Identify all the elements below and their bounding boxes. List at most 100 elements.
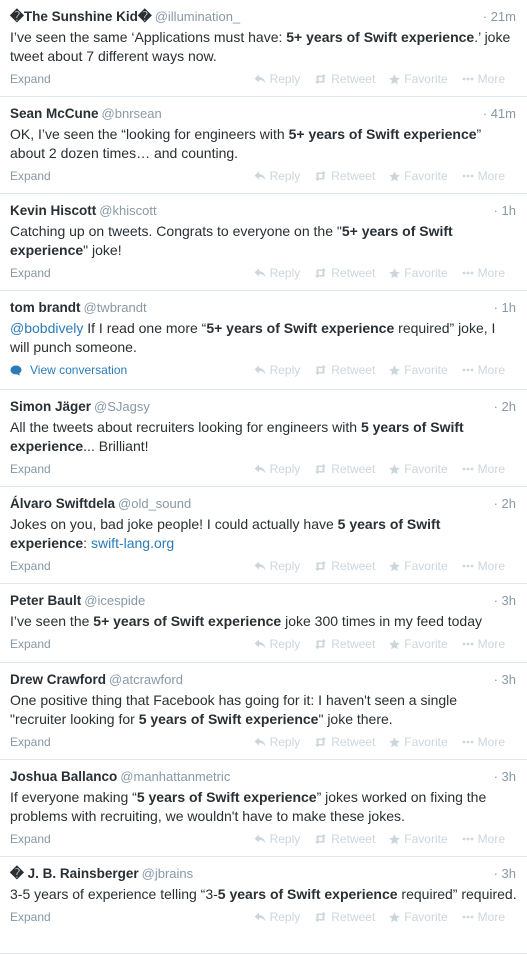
tweet[interactable]: Sean McCune @bnrsean · 41m OK, I’ve seen … xyxy=(0,97,527,194)
more-button[interactable]: More xyxy=(462,828,505,850)
more-button[interactable]: More xyxy=(462,359,505,381)
reply-button[interactable]: Reply xyxy=(254,458,300,480)
expand-link[interactable]: Expand xyxy=(10,832,51,846)
expand-link[interactable]: Expand xyxy=(10,559,51,573)
retweet-button[interactable]: Retweet xyxy=(314,633,375,655)
tweet-author-name[interactable]: tom brandt xyxy=(10,300,81,315)
more-button[interactable]: More xyxy=(462,165,505,187)
more-label: More xyxy=(477,363,505,377)
favorite-button[interactable]: Favorite xyxy=(389,555,448,577)
tweet-author-handle[interactable]: @twbrandt xyxy=(84,300,147,315)
retweet-button[interactable]: Retweet xyxy=(314,906,375,928)
tweet[interactable]: Joshua Ballanco @manhattanmetric · 3h If … xyxy=(0,760,527,857)
reply-button[interactable]: Reply xyxy=(254,555,300,577)
tweet[interactable]: Kevin Hiscott @khiscott · 1h Catching up … xyxy=(0,194,527,291)
tweet-timestamp[interactable]: · 21m xyxy=(483,8,516,26)
tweet[interactable]: Álvaro Swiftdela @old_sound · 2h Jokes on… xyxy=(0,487,527,584)
tweet-author-handle[interactable]: @bnrsean xyxy=(102,106,162,121)
tweet-timestamp[interactable]: · 41m xyxy=(483,105,516,123)
tweet-author-handle[interactable]: @atcrawford xyxy=(109,672,183,687)
view-conversation-link[interactable]: View conversation xyxy=(10,359,127,381)
favorite-label: Favorite xyxy=(404,462,448,476)
star-icon xyxy=(389,73,401,84)
tweet-timestamp[interactable]: · 1h xyxy=(494,202,516,220)
tweet[interactable]: Peter Bault @icespide · 3h I’ve seen the … xyxy=(0,584,527,663)
tweet-author-handle[interactable]: @khiscott xyxy=(99,203,156,218)
tweet[interactable]: tom brandt @twbrandt · 1h @bobdively If I… xyxy=(0,291,527,390)
more-button[interactable]: More xyxy=(462,68,505,90)
favorite-button[interactable]: Favorite xyxy=(389,633,448,655)
tweet-author-name[interactable]: � J. B. Rainsberger xyxy=(10,866,139,881)
expand-link[interactable]: Expand xyxy=(10,735,51,749)
tweet-author-name[interactable]: Joshua Ballanco xyxy=(10,769,117,784)
tweet[interactable]: � J. B. Rainsberger @jbrains · 3h 3-5 yea… xyxy=(0,857,527,954)
favorite-button[interactable]: Favorite xyxy=(389,359,448,381)
tweet-author-handle[interactable]: @icespide xyxy=(84,593,145,608)
tweet-actions: Reply Retweet Favorite More xyxy=(254,458,505,480)
expand-link[interactable]: Expand xyxy=(10,637,51,651)
more-icon xyxy=(462,564,474,568)
retweet-button[interactable]: Retweet xyxy=(314,359,375,381)
tweet-author-handle[interactable]: @illumination_ xyxy=(155,9,240,24)
more-button[interactable]: More xyxy=(462,906,505,928)
tweet-text-segment: I’ve seen the xyxy=(10,613,94,629)
favorite-button[interactable]: Favorite xyxy=(389,828,448,850)
tweet-timestamp[interactable]: · 2h xyxy=(494,495,516,513)
tweet-author-handle[interactable]: @SJagsy xyxy=(94,399,150,414)
tweet[interactable]: Drew Crawford @atcrawford · 3h One positi… xyxy=(0,663,527,760)
reply-button[interactable]: Reply xyxy=(254,262,300,284)
retweet-button[interactable]: Retweet xyxy=(314,262,375,284)
reply-button[interactable]: Reply xyxy=(254,828,300,850)
retweet-button[interactable]: Retweet xyxy=(314,68,375,90)
tweet[interactable]: �The Sunshine Kid� @illumination_ · 21m I… xyxy=(0,0,527,97)
more-button[interactable]: More xyxy=(462,458,505,480)
expand-link[interactable]: Expand xyxy=(10,72,51,86)
favorite-button[interactable]: Favorite xyxy=(389,165,448,187)
expand-link[interactable]: Expand xyxy=(10,910,51,924)
tweet-author-name[interactable]: Simon Jäger xyxy=(10,399,91,414)
reply-button[interactable]: Reply xyxy=(254,731,300,753)
reply-button[interactable]: Reply xyxy=(254,906,300,928)
more-button[interactable]: More xyxy=(462,262,505,284)
more-button[interactable]: More xyxy=(462,633,505,655)
tweet-author-name[interactable]: �The Sunshine Kid� xyxy=(10,9,152,24)
tweet-author-name[interactable]: Peter Bault xyxy=(10,593,81,608)
tweet-link[interactable]: @bobdively xyxy=(10,320,83,336)
more-button[interactable]: More xyxy=(462,731,505,753)
reply-button[interactable]: Reply xyxy=(254,68,300,90)
reply-button[interactable]: Reply xyxy=(254,359,300,381)
reply-icon xyxy=(254,737,266,747)
favorite-button[interactable]: Favorite xyxy=(389,68,448,90)
favorite-button[interactable]: Favorite xyxy=(389,906,448,928)
retweet-button[interactable]: Retweet xyxy=(314,165,375,187)
retweet-button[interactable]: Retweet xyxy=(314,828,375,850)
more-label: More xyxy=(477,910,505,924)
more-button[interactable]: More xyxy=(462,555,505,577)
favorite-button[interactable]: Favorite xyxy=(389,731,448,753)
retweet-button[interactable]: Retweet xyxy=(314,458,375,480)
tweet-timestamp[interactable]: · 3h xyxy=(494,768,516,786)
retweet-button[interactable]: Retweet xyxy=(314,731,375,753)
reply-button[interactable]: Reply xyxy=(254,165,300,187)
expand-link[interactable]: Expand xyxy=(10,169,51,183)
tweet-author-handle[interactable]: @manhattanmetric xyxy=(120,769,230,784)
expand-link[interactable]: Expand xyxy=(10,266,51,280)
tweet-author-name[interactable]: Drew Crawford xyxy=(10,672,106,687)
tweet-timestamp[interactable]: · 1h xyxy=(494,299,516,317)
expand-link[interactable]: Expand xyxy=(10,462,51,476)
tweet-timestamp[interactable]: · 2h xyxy=(494,398,516,416)
reply-button[interactable]: Reply xyxy=(254,633,300,655)
favorite-button[interactable]: Favorite xyxy=(389,458,448,480)
tweet[interactable]: Simon Jäger @SJagsy · 2h All the tweets a… xyxy=(0,390,527,487)
tweet-author-name[interactable]: Kevin Hiscott xyxy=(10,203,96,218)
retweet-button[interactable]: Retweet xyxy=(314,555,375,577)
favorite-button[interactable]: Favorite xyxy=(389,262,448,284)
tweet-author-handle[interactable]: @old_sound xyxy=(118,496,191,511)
tweet-timestamp[interactable]: · 3h xyxy=(494,592,516,610)
tweet-timestamp[interactable]: · 3h xyxy=(494,865,516,883)
tweet-author-handle[interactable]: @jbrains xyxy=(142,866,194,881)
tweet-author-name[interactable]: Sean McCune xyxy=(10,106,99,121)
tweet-link[interactable]: swift-lang.org xyxy=(91,535,174,551)
tweet-timestamp[interactable]: · 3h xyxy=(494,671,516,689)
tweet-author-name[interactable]: Álvaro Swiftdela xyxy=(10,496,115,511)
